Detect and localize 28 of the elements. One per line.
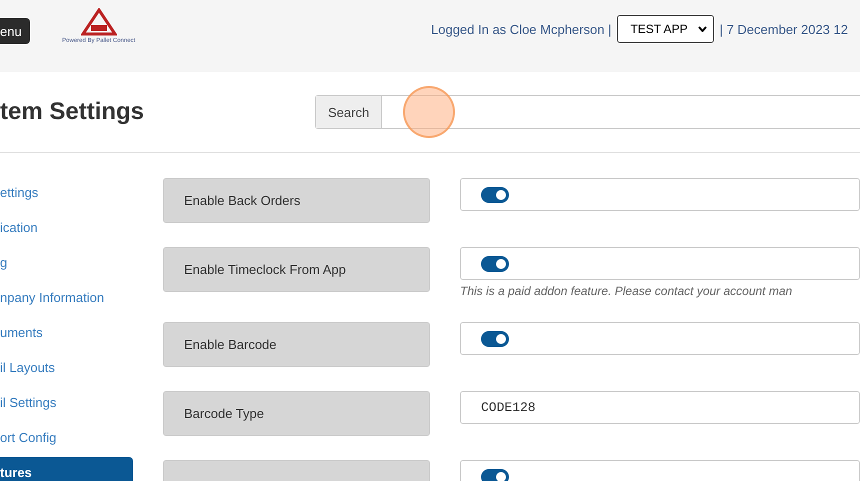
click-indicator [403,86,455,138]
setting-label: Barcode Type [163,391,430,436]
sidebar-item[interactable]: tures [0,457,133,481]
sidebar-item[interactable]: ort Config [0,420,133,455]
sidebar-item[interactable]: ettings [0,175,133,210]
logo-icon [80,8,117,36]
caret-icon [698,26,707,32]
toggle-switch[interactable] [481,468,509,481]
search-field[interactable]: Search [315,95,860,129]
text-field[interactable]: CODE128 [460,391,860,424]
logged-in-text: Logged In as Cloe Mcpherson | [431,22,612,36]
sidebar-item[interactable]: il Layouts [0,350,133,385]
toggle-switch[interactable] [481,330,509,346]
setting-note: This is a paid addon feature. Please contact your account man [460,284,794,298]
date-text: | 7 December 2023 12 [720,22,848,36]
toggle-switch[interactable] [481,186,509,202]
setting-label: Enable Timeclock From App [163,247,430,292]
app-select[interactable]: TEST APP [617,15,714,43]
setting-label: Enable Back Orders [163,178,430,223]
page-title: tem Settings [0,98,146,126]
sidebar-item[interactable]: ication [0,210,133,245]
menu-button[interactable]: enu [0,18,30,44]
toggle-switch[interactable] [481,256,509,272]
sidebar-item[interactable]: npany Information [0,280,133,315]
setting-label: Enable Barcode [163,322,430,367]
sidebar-item[interactable]: g [0,245,133,280]
sidebar-item[interactable]: il Settings [0,385,133,420]
sidebar-item[interactable]: uments [0,315,133,350]
